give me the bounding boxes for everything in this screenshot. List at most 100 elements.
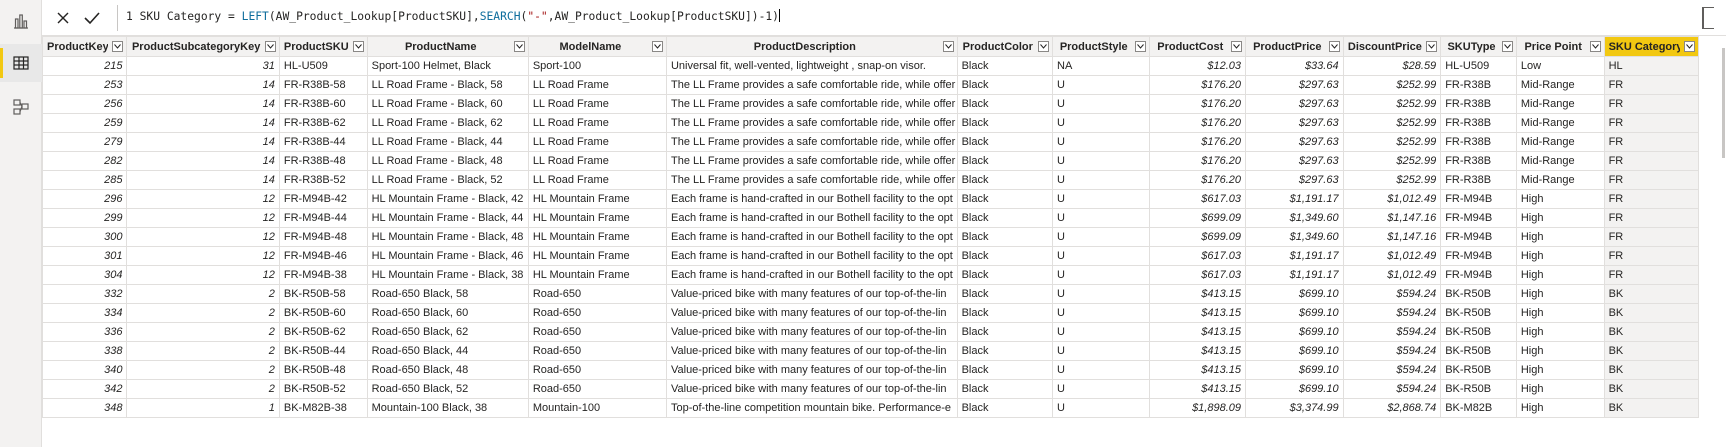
column-header-productcolor[interactable]: ProductColor [956, 36, 1054, 57]
table-cell[interactable]: BK-R50B-48 [278, 360, 368, 380]
table-cell[interactable]: $594.24 [1342, 360, 1442, 380]
table-cell[interactable]: HL Mountain Frame - Black, 38 [366, 265, 529, 285]
filter-dropdown-icon[interactable] [1328, 41, 1340, 52]
table-cell[interactable]: U [1052, 94, 1150, 114]
table-cell[interactable]: Each frame is hand-crafted in our Bothel… [665, 208, 958, 228]
table-cell[interactable]: 31 [126, 56, 280, 76]
table-cell[interactable]: 12 [126, 265, 280, 285]
table-cell[interactable]: FR [1603, 265, 1700, 285]
table-cell[interactable]: HL-U509 [278, 56, 368, 76]
table-cell[interactable]: 1 [126, 398, 280, 418]
table-cell[interactable]: BK-R50B-44 [278, 341, 368, 361]
table-cell[interactable]: $297.63 [1245, 94, 1344, 114]
table-cell[interactable]: $617.03 [1148, 265, 1246, 285]
table-cell[interactable]: $176.20 [1148, 113, 1246, 133]
table-cell[interactable]: BK-R50B [1440, 341, 1517, 361]
column-header-price-point[interactable]: Price Point [1515, 36, 1605, 57]
table-cell[interactable]: High [1515, 265, 1605, 285]
table-cell[interactable]: $252.99 [1342, 151, 1442, 171]
table-cell[interactable]: FR [1603, 246, 1700, 266]
table-cell[interactable]: FR [1603, 151, 1700, 171]
table-cell[interactable]: U [1052, 284, 1150, 304]
table-cell[interactable]: The LL Frame provides a safe comfortable… [665, 113, 958, 133]
table-cell[interactable]: BK [1603, 379, 1700, 399]
table-cell[interactable]: Low [1515, 56, 1605, 76]
table-cell[interactable]: LL Road Frame - Black, 48 [366, 151, 529, 171]
table-cell[interactable]: HL [1603, 56, 1700, 76]
table-cell[interactable]: U [1052, 398, 1150, 418]
table-cell[interactable]: HL Mountain Frame [527, 189, 667, 209]
table-cell[interactable]: Mid-Range [1515, 113, 1605, 133]
table-cell[interactable]: U [1052, 341, 1150, 361]
table-cell[interactable]: 14 [126, 113, 280, 133]
table-cell[interactable]: Black [956, 246, 1054, 266]
table-cell[interactable]: FR [1603, 75, 1700, 95]
vertical-scrollbar[interactable] [1700, 36, 1726, 447]
table-cell[interactable]: BK [1603, 284, 1700, 304]
table-cell[interactable]: U [1052, 303, 1150, 323]
table-cell[interactable]: $699.10 [1245, 284, 1344, 304]
table-cell[interactable]: U [1052, 360, 1150, 380]
table-cell[interactable]: $699.10 [1245, 322, 1344, 342]
table-cell[interactable]: Each frame is hand-crafted in our Bothel… [665, 265, 958, 285]
table-cell[interactable]: $1,012.49 [1342, 189, 1442, 209]
table-cell[interactable]: $12.03 [1148, 56, 1246, 76]
table-cell[interactable]: HL Mountain Frame - Black, 42 [366, 189, 529, 209]
table-cell[interactable]: $297.63 [1245, 151, 1344, 171]
table-cell[interactable]: FR-M94B [1440, 189, 1517, 209]
table-cell[interactable]: LL Road Frame [527, 170, 667, 190]
table-cell[interactable]: $28.59 [1342, 56, 1442, 76]
table-cell[interactable]: FR-R38B-44 [278, 132, 368, 152]
table-cell[interactable]: Each frame is hand-crafted in our Bothel… [665, 189, 958, 209]
table-cell[interactable]: 14 [126, 170, 280, 190]
table-cell[interactable]: $33.64 [1245, 56, 1344, 76]
table-cell[interactable]: 285 [42, 170, 128, 190]
table-cell[interactable]: HL Mountain Frame - Black, 46 [366, 246, 529, 266]
table-cell[interactable]: $594.24 [1342, 379, 1442, 399]
table-cell[interactable]: Value-priced bike with many features of … [665, 322, 958, 342]
table-cell[interactable]: 296 [42, 189, 128, 209]
table-cell[interactable]: LL Road Frame [527, 113, 667, 133]
table-cell[interactable]: BK [1603, 322, 1700, 342]
table-cell[interactable]: Road-650 Black, 60 [366, 303, 529, 323]
table-cell[interactable]: 301 [42, 246, 128, 266]
table-cell[interactable]: FR-R38B [1440, 170, 1517, 190]
table-cell[interactable]: BK-M82B [1440, 398, 1517, 418]
table-cell[interactable]: $1,147.16 [1342, 208, 1442, 228]
table-cell[interactable]: FR-M94B-42 [278, 189, 368, 209]
table-cell[interactable]: Black [956, 379, 1054, 399]
table-cell[interactable]: The LL Frame provides a safe comfortable… [665, 94, 958, 114]
table-cell[interactable]: $297.63 [1245, 75, 1344, 95]
table-cell[interactable]: FR-M94B [1440, 246, 1517, 266]
table-cell[interactable]: Mid-Range [1515, 170, 1605, 190]
scrollbar-thumb[interactable] [1722, 48, 1725, 158]
table-cell[interactable]: 253 [42, 75, 128, 95]
table-cell[interactable]: High [1515, 322, 1605, 342]
table-cell[interactable]: $176.20 [1148, 94, 1246, 114]
table-cell[interactable]: 12 [126, 246, 280, 266]
table-cell[interactable]: 2 [126, 303, 280, 323]
table-cell[interactable]: LL Road Frame - Black, 62 [366, 113, 529, 133]
table-cell[interactable]: $252.99 [1342, 170, 1442, 190]
table-cell[interactable]: $3,374.99 [1245, 398, 1344, 418]
table-cell[interactable]: 2 [126, 360, 280, 380]
table-cell[interactable]: LL Road Frame [527, 151, 667, 171]
filter-dropdown-icon[interactable] [1426, 41, 1438, 52]
table-cell[interactable]: BK-R50B [1440, 284, 1517, 304]
table-cell[interactable]: Value-priced bike with many features of … [665, 284, 958, 304]
table-cell[interactable]: Mid-Range [1515, 75, 1605, 95]
column-header-productname[interactable]: ProductName [366, 36, 529, 57]
table-cell[interactable]: $176.20 [1148, 75, 1246, 95]
table-cell[interactable]: 14 [126, 94, 280, 114]
table-cell[interactable]: Black [956, 75, 1054, 95]
table-cell[interactable]: U [1052, 379, 1150, 399]
table-cell[interactable]: FR [1603, 94, 1700, 114]
table-cell[interactable]: Mountain-100 Black, 38 [366, 398, 529, 418]
table-cell[interactable]: 12 [126, 189, 280, 209]
filter-dropdown-icon[interactable] [513, 41, 525, 52]
table-cell[interactable]: 215 [42, 56, 128, 76]
table-cell[interactable]: U [1052, 208, 1150, 228]
table-cell[interactable]: FR-R38B-48 [278, 151, 368, 171]
table-cell[interactable]: Black [956, 151, 1054, 171]
table-cell[interactable]: FR [1603, 170, 1700, 190]
